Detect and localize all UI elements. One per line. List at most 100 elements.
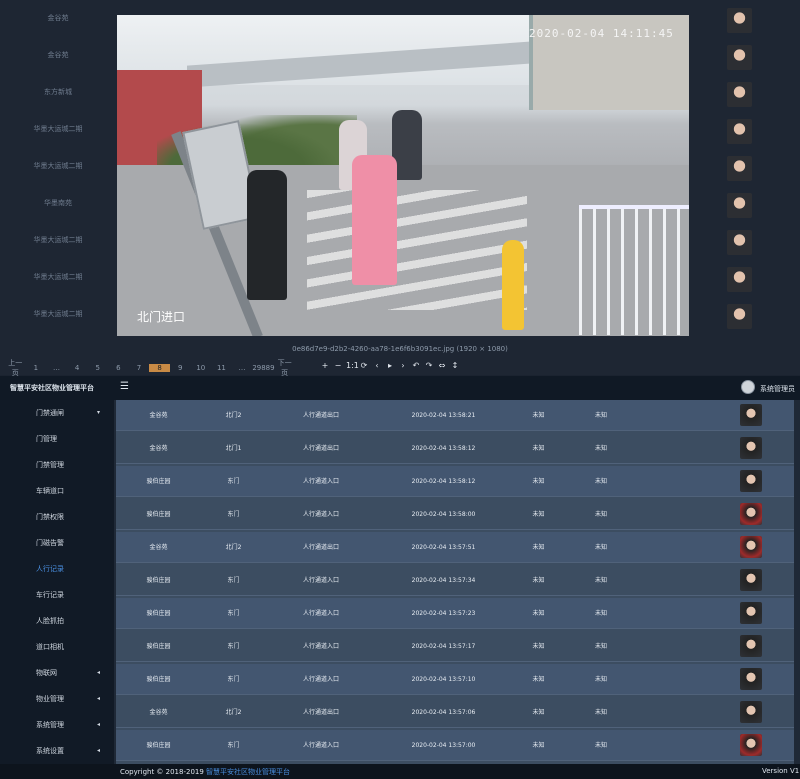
face-thumbnail[interactable] bbox=[727, 156, 752, 181]
table-row[interactable]: 金谷苑 北门2 人行通道出口 2020-02-04 13:57:51 未知 未知 bbox=[116, 532, 794, 563]
pager-item[interactable]: … bbox=[232, 364, 253, 372]
sidebar-item[interactable]: 人行记录 bbox=[0, 556, 114, 582]
sidebar-item[interactable]: 车辆道口 bbox=[0, 478, 114, 504]
viewer-list-item[interactable]: 华墨大运城二期 bbox=[0, 296, 116, 333]
toolbar-button[interactable]: ↶ bbox=[411, 361, 421, 370]
pager-item[interactable]: 10 bbox=[190, 364, 211, 372]
sidebar-item[interactable]: 车行记录 bbox=[0, 582, 114, 608]
table-row[interactable]: 骏伯庄园 东门 人行通道入口 2020-02-04 13:57:00 未知 未知 bbox=[116, 730, 794, 761]
sidebar-item[interactable]: 门管理 bbox=[0, 426, 114, 452]
toolbar-button[interactable]: ↕ bbox=[450, 361, 460, 370]
pager-item[interactable]: 7 bbox=[129, 364, 150, 372]
cell-status-b: 未知 bbox=[594, 478, 607, 485]
cell-status-b: 未知 bbox=[594, 709, 607, 716]
viewer-list-item[interactable]: 华墨大运城二期 bbox=[0, 222, 116, 259]
toolbar-button[interactable]: 1:1 bbox=[346, 361, 359, 370]
pager-item[interactable]: 29889 bbox=[252, 364, 274, 372]
face-thumbnail[interactable] bbox=[727, 82, 752, 107]
viewer-list-item[interactable]: 华墨大运城二期 bbox=[0, 259, 116, 296]
cell-direction: 人行通道入口 bbox=[302, 643, 339, 650]
sidebar-item-label: 车行记录 bbox=[36, 591, 64, 599]
pager-item[interactable]: 11 bbox=[211, 364, 232, 372]
face-thumbnail[interactable] bbox=[727, 45, 752, 70]
sidebar-item[interactable]: 系统设置 ◂ bbox=[0, 738, 114, 764]
table-row[interactable]: 骏伯庄园 东门 人行通道入口 2020-02-04 13:57:34 未知 未知 bbox=[116, 565, 794, 596]
toolbar-button[interactable]: + bbox=[320, 361, 330, 370]
face-snapshot[interactable] bbox=[740, 569, 762, 591]
face-thumbnail[interactable] bbox=[727, 230, 752, 255]
sidebar-item[interactable]: 物联网 ◂ bbox=[0, 660, 114, 686]
face-thumbnail[interactable] bbox=[727, 119, 752, 144]
toolbar-button[interactable]: ↷ bbox=[424, 361, 434, 370]
toolbar-button[interactable]: ⟳ bbox=[359, 361, 369, 370]
sidebar-item-label: 门禁管理 bbox=[36, 461, 64, 469]
face-snapshot[interactable] bbox=[740, 734, 762, 756]
copyright-link[interactable]: 智慧平安社区物业管理平台 bbox=[206, 768, 290, 776]
app-title: 智慧平安社区物业管理平台 bbox=[10, 384, 94, 392]
viewer-list-item[interactable]: 金谷苑 bbox=[0, 37, 116, 74]
cell-direction: 人行通道入口 bbox=[302, 511, 339, 518]
table-row[interactable]: 骏伯庄园 东门 人行通道入口 2020-02-04 13:57:10 未知 未知 bbox=[116, 664, 794, 695]
pager-item[interactable]: 9 bbox=[170, 364, 191, 372]
viewer-list-item[interactable]: 华墨大运城二期 bbox=[0, 148, 116, 185]
cell-status-a: 未知 bbox=[532, 511, 545, 518]
cell-status-b: 未知 bbox=[594, 544, 607, 551]
cell-time: 2020-02-04 13:57:00 bbox=[411, 742, 476, 749]
pager-item[interactable]: 6 bbox=[108, 364, 129, 372]
sidebar-item[interactable]: 门禁通闸 ▾ bbox=[0, 400, 114, 426]
table-row[interactable]: 骏伯庄园 东门 人行通道入口 2020-02-04 13:58:00 未知 未知 bbox=[116, 499, 794, 530]
camera-snapshot[interactable]: 2020-02-04 14:11:45 北门进口 bbox=[117, 15, 689, 336]
face-snapshot[interactable] bbox=[740, 668, 762, 690]
user-avatar[interactable] bbox=[741, 380, 755, 394]
cell-community: 骏伯庄园 bbox=[146, 676, 171, 683]
sidebar-item[interactable]: 门磁告警 bbox=[0, 530, 114, 556]
viewer-pager: 上一页 1… 4 5 6 7 8 9 10 11… 29889 下一页 bbox=[5, 358, 295, 378]
viewer-toolbar: + −1:1 ⟳ ‹ ▸ › ↶ ↷ ⇔ ↕ bbox=[320, 361, 460, 370]
sidebar-item[interactable]: 系统管理 ◂ bbox=[0, 712, 114, 738]
sidebar-item[interactable]: 人脸抓拍 bbox=[0, 608, 114, 634]
toolbar-button[interactable]: ⇔ bbox=[437, 361, 447, 370]
viewer-list-item[interactable]: 东方新城 bbox=[0, 74, 116, 111]
table-row[interactable]: 金谷苑 北门2 人行通道出口 2020-02-04 13:58:21 未知 未知 bbox=[116, 400, 794, 431]
pager-item[interactable]: … bbox=[46, 364, 67, 372]
table-row[interactable]: 金谷苑 北门2 人行通道出口 2020-02-04 13:57:06 未知 未知 bbox=[116, 697, 794, 728]
face-snapshot[interactable] bbox=[740, 470, 762, 492]
table-row[interactable]: 骏伯庄园 东门 人行通道入口 2020-02-04 13:57:23 未知 未知 bbox=[116, 598, 794, 629]
viewer-list-item[interactable]: 华墨大运城二期 bbox=[0, 111, 116, 148]
toolbar-button[interactable]: ‹ bbox=[372, 361, 382, 370]
toolbar-button[interactable]: − bbox=[333, 361, 343, 370]
sidebar-item[interactable]: 物业管理 ◂ bbox=[0, 686, 114, 712]
viewer-list-item[interactable]: 华墨南苑 bbox=[0, 185, 116, 222]
pager-item[interactable]: 5 bbox=[87, 364, 108, 372]
pager-item[interactable]: 1 bbox=[26, 364, 47, 372]
face-thumbnail[interactable] bbox=[727, 193, 752, 218]
cell-time: 2020-02-04 13:57:34 bbox=[411, 577, 476, 584]
table-row[interactable]: 金谷苑 北门1 人行通道出口 2020-02-04 13:58:12 未知 未知 bbox=[116, 433, 794, 464]
face-thumbnail[interactable] bbox=[727, 304, 752, 329]
face-thumbnail[interactable] bbox=[727, 8, 752, 33]
pager-item[interactable]: 上一页 bbox=[5, 358, 26, 378]
pager-item[interactable]: 下一页 bbox=[274, 358, 295, 378]
table-row[interactable]: 骏伯庄园 东门 人行通道入口 2020-02-04 13:57:17 未知 未知 bbox=[116, 631, 794, 662]
face-snapshot[interactable] bbox=[740, 404, 762, 426]
table-row[interactable]: 骏伯庄园 东门 人行通道入口 2020-02-04 13:58:12 未知 未知 bbox=[116, 466, 794, 497]
pager-item[interactable]: 8 bbox=[149, 364, 170, 372]
face-snapshot[interactable] bbox=[740, 536, 762, 558]
face-snapshot[interactable] bbox=[740, 635, 762, 657]
toolbar-button[interactable]: ▸ bbox=[385, 361, 395, 370]
cell-community: 骏伯庄园 bbox=[146, 610, 171, 617]
face-snapshot[interactable] bbox=[740, 437, 762, 459]
face-thumbnail[interactable] bbox=[727, 267, 752, 292]
face-snapshot[interactable] bbox=[740, 503, 762, 525]
sidebar-item[interactable]: 道口相机 bbox=[0, 634, 114, 660]
sidebar-item[interactable]: 门禁权限 bbox=[0, 504, 114, 530]
user-name[interactable]: 系统管理员 bbox=[760, 384, 795, 394]
hamburger-menu-icon[interactable]: ☰ bbox=[120, 381, 129, 392]
sidebar-item[interactable]: 门禁管理 bbox=[0, 452, 114, 478]
viewer-list-item[interactable]: 金谷苑 bbox=[0, 0, 116, 37]
face-snapshot[interactable] bbox=[740, 701, 762, 723]
cell-community: 骏伯庄园 bbox=[146, 643, 171, 650]
toolbar-button[interactable]: › bbox=[398, 361, 408, 370]
face-snapshot[interactable] bbox=[740, 602, 762, 624]
pager-item[interactable]: 4 bbox=[67, 364, 88, 372]
